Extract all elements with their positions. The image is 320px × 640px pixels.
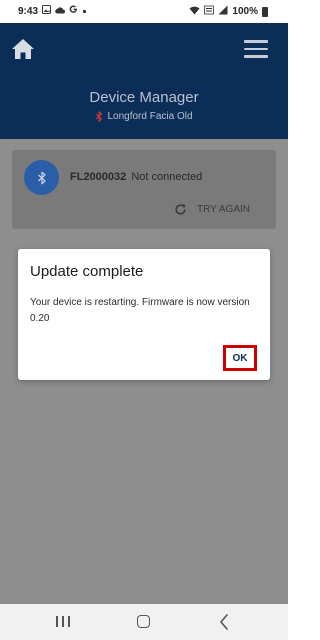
volte-icon [204,5,215,18]
status-bar: 9:43 100% [0,0,288,23]
header-subtitle: Longford Facia Old [0,111,288,122]
refresh-icon [175,204,186,215]
dot-icon [82,6,87,17]
battery-icon [262,6,268,17]
device-info: FL2000032 Not connected [70,171,202,183]
dialog-message: Your device is restarting. Firmware is n… [30,297,250,324]
hamburger-icon-bar [244,40,268,43]
device-bluetooth-badge [24,160,59,195]
recents-icon-bar [56,616,58,627]
status-right: 100% [189,5,268,18]
system-nav-bar [0,604,288,640]
location-name: Longford Facia Old [107,111,193,122]
wifi-icon [189,6,200,18]
hamburger-icon-bar [244,47,268,50]
status-time: 9:43 [18,5,39,17]
bluetooth-icon [37,171,46,184]
menu-button[interactable] [244,40,268,58]
google-g-icon [69,5,78,17]
device-card[interactable]: FL2000032 Not connected TRY AGAIN [12,150,276,229]
recents-icon[interactable] [56,616,70,628]
update-complete-dialog: Update complete Your device is restartin… [18,249,270,380]
try-again-button[interactable]: TRY AGAIN [174,203,250,216]
page-title: Device Manager [89,89,199,106]
recents-icon-bar [62,616,64,627]
home-nav-icon[interactable] [137,615,150,628]
status-left: 9:43 [18,5,87,17]
dialog-title: Update complete [30,263,144,280]
back-icon[interactable] [217,613,233,631]
image-icon [42,5,52,17]
battery-percent: 100% [232,6,258,17]
cloud-icon [55,6,66,17]
device-id: FL2000032 [70,171,127,183]
home-button[interactable] [11,38,35,60]
bluetooth-icon [96,111,103,122]
signal-icon [218,5,228,18]
device-status: Not connected [131,171,203,183]
home-icon [12,39,34,59]
recents-icon-bar [68,616,70,627]
try-again-label: TRY AGAIN [197,204,250,215]
ok-button[interactable]: OK [223,345,257,371]
hamburger-icon-bar [244,55,268,58]
app-header: Device Manager Longford Facia Old [0,23,288,139]
